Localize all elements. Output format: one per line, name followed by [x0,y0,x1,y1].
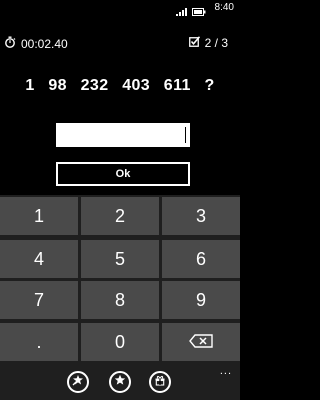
answer-input[interactable] [56,123,190,147]
system-tray: 8:40 [0,0,240,16]
timer-value: 00:02.40 [21,36,68,51]
star-icon [114,373,126,391]
appbar-gift-button[interactable] [149,371,171,393]
key-7[interactable]: 7 [0,281,78,319]
gift-icon [154,373,166,391]
appbar-more-button[interactable]: ... [220,366,232,377]
key-3[interactable]: 3 [162,197,240,235]
timer: 00:02.40 [4,36,68,51]
question-progress: 2 / 3 [188,36,228,50]
stopwatch-icon [4,36,16,51]
key-5[interactable]: 5 [81,240,159,278]
signal-bars-icon [176,3,190,21]
app-bar: ... [0,365,240,400]
app-screen: 8:40 00:02.40 2 / 3 1 98 232 403 611 ? O… [0,0,240,400]
key-decimal[interactable]: . [0,323,78,361]
status-row: 00:02.40 2 / 3 [0,34,240,54]
numeric-keypad: 1 2 3 4 5 6 7 8 9 . 0 [0,195,240,365]
number-sequence: 1 98 232 403 611 ? [25,77,215,94]
key-9[interactable]: 9 [162,281,240,319]
key-4[interactable]: 4 [0,240,78,278]
backspace-key[interactable] [162,323,240,361]
progress-value: 2 / 3 [204,36,228,50]
key-6[interactable]: 6 [162,240,240,278]
key-8[interactable]: 8 [81,281,159,319]
appbar-medal-button[interactable] [67,371,89,393]
key-1[interactable]: 1 [0,197,78,235]
key-0[interactable]: 0 [81,323,159,361]
battery-icon [192,3,206,21]
appbar-favorite-button[interactable] [109,371,131,393]
medal-star-icon [72,373,84,391]
checkbox-icon [188,36,200,50]
text-caret [185,127,186,143]
system-clock: 8:40 [214,2,234,13]
ok-button[interactable]: Ok [56,162,190,186]
tray-icons [176,3,206,21]
backspace-icon [189,332,213,353]
key-2[interactable]: 2 [81,197,159,235]
